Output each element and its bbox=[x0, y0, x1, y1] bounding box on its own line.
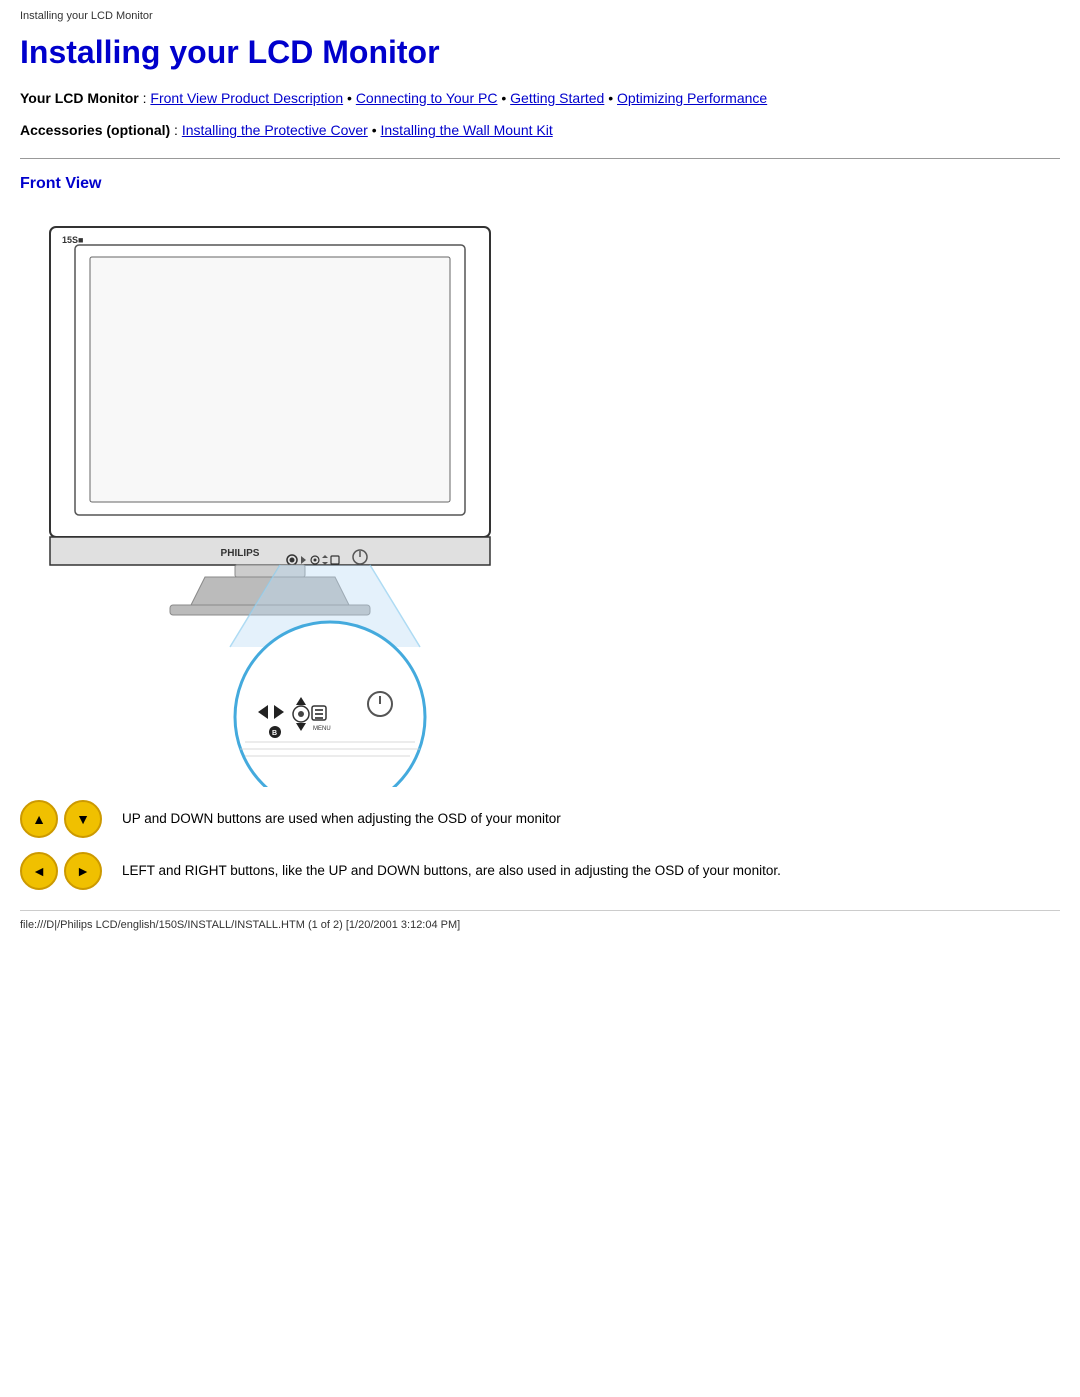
lcd-monitor-label: Your LCD Monitor bbox=[20, 90, 139, 106]
link-front-view[interactable]: Front View Product Description bbox=[150, 90, 343, 106]
accessories-label: Accessories (optional) bbox=[20, 122, 170, 138]
up-button-icon: ▲ bbox=[20, 800, 58, 838]
monitor-svg: 15S■ PHILIPS bbox=[20, 207, 520, 787]
up-down-legend-row: ▲ ▼ UP and DOWN buttons are used when ad… bbox=[20, 800, 1060, 838]
footer: file:///D|/Philips LCD/english/150S/INST… bbox=[20, 910, 1060, 931]
link-connecting[interactable]: Connecting to Your PC bbox=[356, 90, 498, 106]
up-down-icons: ▲ ▼ bbox=[20, 800, 102, 838]
right-button-icon: ► bbox=[64, 852, 102, 890]
link-optimizing[interactable]: Optimizing Performance bbox=[617, 90, 767, 106]
footer-text: file:///D|/Philips LCD/english/150S/INST… bbox=[20, 919, 460, 931]
up-down-legend-text: UP and DOWN buttons are used when adjust… bbox=[122, 809, 561, 829]
down-button-icon: ▼ bbox=[64, 800, 102, 838]
left-right-legend-text: LEFT and RIGHT buttons, like the UP and … bbox=[122, 861, 781, 881]
accessories-section: Accessories (optional) : Installing the … bbox=[20, 119, 1060, 141]
link-wall-mount[interactable]: Installing the Wall Mount Kit bbox=[381, 122, 553, 138]
page-title: Installing your LCD Monitor bbox=[20, 34, 1060, 71]
svg-text:B: B bbox=[272, 730, 277, 737]
link-getting-started[interactable]: Getting Started bbox=[510, 90, 604, 106]
browser-tab: Installing your LCD Monitor bbox=[20, 10, 1060, 26]
svg-text:15S■: 15S■ bbox=[62, 235, 83, 245]
svg-text:PHILIPS: PHILIPS bbox=[221, 548, 260, 559]
left-right-icons: ◄ ► bbox=[20, 852, 102, 890]
nav-section: Your LCD Monitor : Front View Product De… bbox=[20, 87, 1060, 109]
left-right-legend-row: ◄ ► LEFT and RIGHT buttons, like the UP … bbox=[20, 852, 1060, 890]
left-button-icon: ◄ bbox=[20, 852, 58, 890]
front-view-title: Front View bbox=[20, 175, 1060, 193]
svg-text:MENU: MENU bbox=[313, 726, 331, 732]
divider bbox=[20, 158, 1060, 159]
monitor-illustration: 15S■ PHILIPS bbox=[20, 207, 520, 790]
link-protective-cover[interactable]: Installing the Protective Cover bbox=[182, 122, 368, 138]
button-legend: ▲ ▼ UP and DOWN buttons are used when ad… bbox=[20, 800, 1060, 890]
